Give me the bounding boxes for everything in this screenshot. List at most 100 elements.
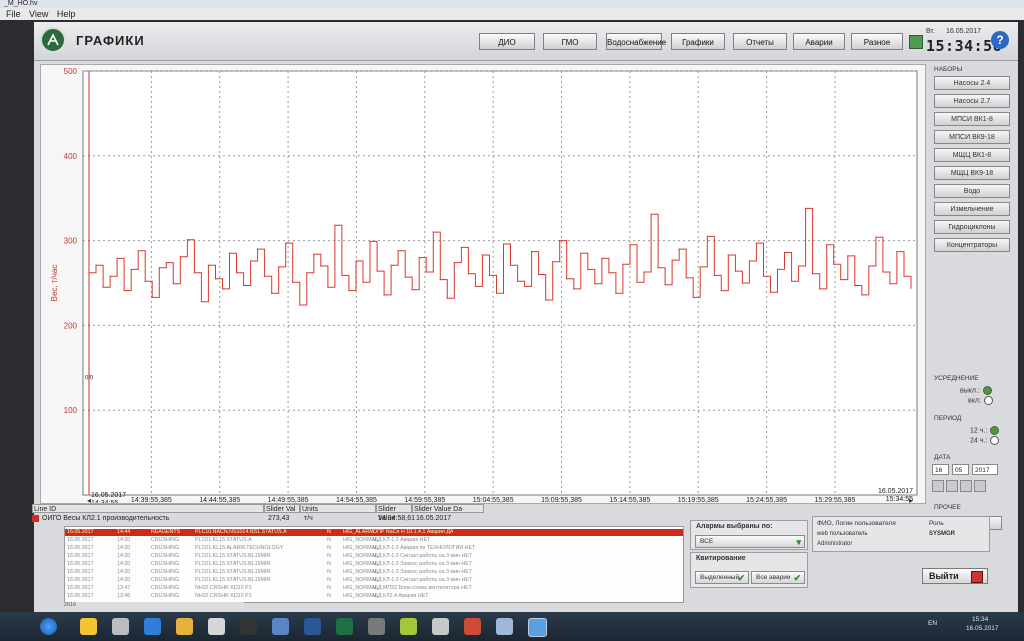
date-month-select[interactable]: 05 (952, 464, 969, 475)
app-icon-8[interactable] (496, 618, 513, 635)
alarm-date: 16.05.2017 (67, 593, 94, 599)
avg-on-radio[interactable] (983, 396, 993, 405)
date-next-icon[interactable] (974, 480, 986, 492)
menu-file[interactable]: File (6, 8, 21, 20)
set-button[interactable]: Концентраторы (934, 238, 1010, 252)
slider-date: 16.05.2017 (416, 515, 452, 522)
alarm-area: CRUSHING (151, 593, 180, 599)
word-icon[interactable] (304, 618, 321, 635)
folder-icon[interactable] (176, 618, 193, 635)
avg-title: УСРЕДНЕНИЕ (934, 375, 979, 382)
alarm-filter-value: ВСЕ (700, 538, 714, 545)
set-button[interactable]: Насосы 2.7 (934, 94, 1010, 108)
ack-selected-button[interactable]: Выделенный ✔ (695, 571, 749, 584)
set-button[interactable]: МПСИ ВК1-8 (934, 112, 1010, 126)
data-point (805, 207, 807, 209)
alarm-date: 16.05.2017 (67, 545, 94, 551)
user-block: ФИО, Логин пользователя Роль web пользов… (812, 516, 990, 552)
alarm-filter-select[interactable]: ВСЕ ▾ (695, 535, 805, 548)
data-point (439, 279, 441, 281)
line-name[interactable]: ОИГО Весы КЛ2.1 производительность (32, 514, 169, 524)
nav-arrow-icon[interactable] (909, 35, 923, 49)
alarm-msg: ЩД КЛ-1.5 Авария по ТЕХНОЛОГИИ НЕТ (373, 545, 476, 551)
alarm-area: CRUSHING (151, 577, 180, 583)
alarm-row[interactable]: 16.05.2017 14:20 CRUSHING PLC01.KL15.STATUS… (65, 577, 683, 584)
app-icon-6[interactable] (432, 618, 449, 635)
nav-dio-button[interactable]: ДИО (479, 33, 535, 50)
alarm-row[interactable]: 16.05.2017 14:44 REAGENTS PLC10.NACN.NS1014… (65, 529, 683, 536)
app-icon-9[interactable] (528, 618, 547, 637)
avg-off-row[interactable]: выкл.: (960, 386, 992, 395)
data-point (418, 257, 420, 259)
alarm-row[interactable]: 16.05.2017 14:20 CRUSHING PLC01.KL15.STATUS… (65, 569, 683, 576)
set-button[interactable]: Водо (934, 184, 1010, 198)
alarm-msg: ЩД МП32 Блок-схема вентилятора НЕТ (373, 585, 472, 591)
set-button[interactable]: МПСИ ВК9-18 (934, 130, 1010, 144)
data-point (460, 246, 462, 248)
menu-view[interactable]: View (29, 8, 48, 20)
app-icon-7[interactable] (464, 618, 481, 635)
data-point (102, 286, 104, 288)
alarm-n: N (327, 585, 331, 591)
data-point (636, 281, 638, 283)
slider-value: 273,43 (268, 515, 290, 522)
data-point (727, 254, 729, 256)
user-role-label: Роль (929, 520, 944, 527)
set-button[interactable]: Гидроциклоны (934, 220, 1010, 234)
date-year-select[interactable]: 2017 (972, 464, 998, 475)
app-icon-1[interactable] (80, 618, 97, 635)
excel-icon[interactable] (336, 618, 353, 635)
alarm-list[interactable]: 16.05.2017 14:44 REAGENTS PLC10.NACN.NS1014… (64, 526, 684, 603)
period-12-row[interactable]: 12 ч.: (970, 426, 1000, 435)
data-point (123, 290, 125, 292)
alarm-row[interactable]: 16.05.2017 14:20 CRUSHING PLC01.KL15.STATUS… (65, 561, 683, 568)
nav-reports-button[interactable]: Отчеты (733, 33, 787, 50)
set-button[interactable]: МЩЦ ВК1-8 (934, 148, 1010, 162)
nav-charts-button[interactable]: Графики (671, 33, 725, 50)
lang-indicator[interactable]: EN (928, 620, 937, 627)
data-point (755, 242, 758, 244)
app-icon-3[interactable] (272, 618, 289, 635)
menu-help[interactable]: Help (57, 8, 76, 20)
help-icon[interactable]: ? (991, 31, 1009, 49)
alarm-n: N (327, 569, 331, 575)
app-icon-5[interactable] (400, 618, 417, 635)
set-button[interactable]: Измельчение (934, 202, 1010, 216)
alarm-n: N (327, 537, 331, 543)
date-fwd-icon[interactable] (960, 480, 972, 492)
exit-button[interactable]: Выйти (922, 568, 988, 584)
alarm-row[interactable]: 16.05.2017 13:47 CRUSHING NH32 CRSHR KD10 P… (65, 585, 683, 592)
avg-off-radio[interactable] (982, 386, 992, 395)
alarm-row[interactable]: 16.05.2017 14:20 CRUSHING PLC01.KL15.STATUS… (65, 553, 683, 560)
data-point (453, 262, 455, 264)
alarm-row[interactable]: 16.05.2017 14:20 CRUSHING PLC01.KL15.ALARM.… (65, 545, 683, 552)
x-end-date: 16.05.2017 (878, 488, 913, 495)
start-icon[interactable] (40, 618, 57, 635)
nav-misc-button[interactable]: Разное (851, 33, 903, 50)
date-back-icon[interactable] (946, 480, 958, 492)
app-icon-2[interactable] (112, 618, 129, 635)
avg-on-row[interactable]: вкл: (968, 396, 993, 405)
browser-icon[interactable] (144, 618, 161, 635)
alarm-row[interactable]: 16.05.2017 13:46 CRUSHING NH32 CRSHR KD10 P… (65, 593, 683, 600)
nav-alarms-button[interactable]: Аварии (793, 33, 845, 50)
nav-gmo-button[interactable]: ГМО (543, 33, 597, 50)
set-button[interactable]: Насосы 2.4 (934, 76, 1010, 90)
data-point (404, 276, 406, 278)
trend-chart[interactable]: 100 200 300 400 500 14:39:55,385 14:44:55,385 1… (41, 65, 925, 503)
period-24-row[interactable]: 24 ч.: (970, 436, 1000, 445)
nav-water-button[interactable]: Водоснабжение (606, 33, 666, 50)
media-icon[interactable] (208, 618, 225, 635)
x-tick-label: 15:29:55,385 (815, 497, 856, 503)
period-12-radio[interactable] (990, 426, 1000, 435)
alarm-row[interactable]: 16.05.2017 14:20 CRUSHING PLC01.KL15.STATUS… (65, 537, 683, 544)
app-icon-4[interactable] (368, 618, 385, 635)
date-prev-icon[interactable] (932, 480, 944, 492)
user-login: web пользователь (817, 531, 868, 537)
date-day-select[interactable]: 16 (932, 464, 949, 475)
ack-all-button[interactable]: Все аварии ✔ (751, 571, 805, 584)
period-24-radio[interactable] (990, 436, 1000, 445)
terminal-icon[interactable] (240, 618, 257, 635)
set-button[interactable]: МЩЦ ВК9-18 (934, 166, 1010, 180)
scroll-right-icon: ▸ (909, 496, 913, 503)
